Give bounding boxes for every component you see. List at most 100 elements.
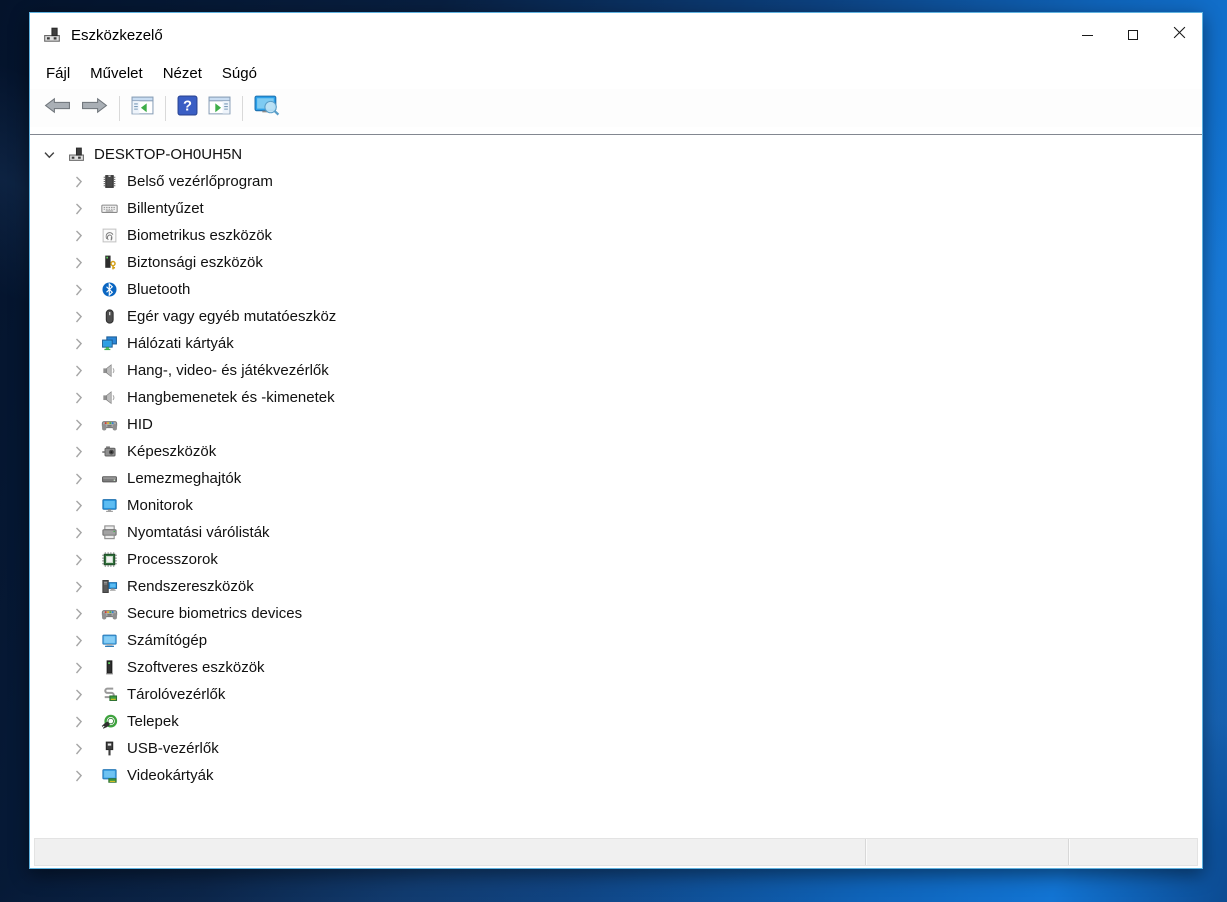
chevron-right-icon[interactable] [73,419,85,431]
chevron-right-icon[interactable] [73,662,85,674]
tree-row[interactable]: Biztonsági eszközök [30,249,1202,276]
menu-file[interactable]: Fájl [36,61,80,86]
device-manager-icon [43,26,61,44]
chevron-right-icon[interactable] [73,743,85,755]
tree-item-label[interactable]: Telepek [127,713,179,730]
tree-row[interactable]: Lemezmeghajtók [30,465,1202,492]
chevron-right-icon[interactable] [73,392,85,404]
chevron-right-icon[interactable] [73,473,85,485]
tree-row[interactable]: Belső vezérlőprogram [30,168,1202,195]
close-button[interactable] [1156,13,1202,57]
tree-item-label[interactable]: Hangbemenetek és -kimenetek [127,389,335,406]
help-button[interactable]: ? [172,91,203,125]
tree-row[interactable]: Biometrikus eszközök [30,222,1202,249]
security-device-icon [100,254,118,272]
tree-row[interactable]: USB-vezérlők [30,735,1202,762]
toolbar-separator [165,95,166,121]
chevron-right-icon[interactable] [73,338,85,350]
tree-item-label[interactable]: Rendszereszközök [127,578,254,595]
tree-item-label[interactable]: Belső vezérlőprogram [127,173,273,190]
tree-row[interactable]: Szoftveres eszközök [30,654,1202,681]
tree-item-label[interactable]: Számítógép [127,632,207,649]
tree-item-label[interactable]: Képeszközök [127,443,216,460]
tree-item-label[interactable]: Videokártyák [127,767,213,784]
menu-help[interactable]: Súgó [212,61,267,86]
menu-view[interactable]: Nézet [153,61,212,86]
maximize-button[interactable] [1110,13,1156,57]
tree-row[interactable]: Telepek [30,708,1202,735]
tree-row[interactable]: Hangbemenetek és -kimenetek [30,384,1202,411]
tree-item-label[interactable]: Nyomtatási várólisták [127,524,270,541]
tree-row[interactable]: HID [30,411,1202,438]
chevron-right-icon[interactable] [73,257,85,269]
chevron-right-icon[interactable] [73,203,85,215]
device-manager-window: Eszközkezelő Fájl Művelet Nézet Súgó ? D… [29,12,1203,869]
tree-row[interactable]: Monitorok [30,492,1202,519]
tree-row[interactable]: Nyomtatási várólisták [30,519,1202,546]
tree-row[interactable]: Tárolóvezérlők [30,681,1202,708]
chevron-right-icon[interactable] [73,500,85,512]
chevron-right-icon[interactable] [73,770,85,782]
tree-row[interactable]: Secure biometrics devices [30,600,1202,627]
tree-item-label[interactable]: Processzorok [127,551,218,568]
minimize-icon [1081,34,1093,36]
chevron-right-icon[interactable] [73,689,85,701]
tree-item-label[interactable]: Egér vagy egyéb mutatóeszköz [127,308,336,325]
tree-row[interactable]: Számítógép [30,627,1202,654]
tree-item-label[interactable]: Szoftveres eszközök [127,659,265,676]
minimize-button[interactable] [1064,13,1110,57]
chevron-right-icon[interactable] [73,554,85,566]
forward-button[interactable] [76,93,113,123]
toolbar-separator [119,95,120,121]
tree-row[interactable]: DESKTOP-OH0UH5N [30,141,1202,168]
tree-row[interactable]: Processzorok [30,546,1202,573]
chevron-right-icon[interactable] [73,284,85,296]
tree-item-label[interactable]: HID [127,416,153,433]
computer-monitor-icon [100,632,118,650]
tree-item-label[interactable]: Biometrikus eszközök [127,227,272,244]
tree-row[interactable]: Egér vagy egyéb mutatóeszköz [30,303,1202,330]
chevron-right-icon[interactable] [73,446,85,458]
chevron-right-icon[interactable] [73,311,85,323]
chevron-right-icon[interactable] [73,635,85,647]
tree-row[interactable]: Hang-, video- és játékvezérlők [30,357,1202,384]
action-pane-toggle-button[interactable] [203,92,236,124]
monitor-icon [100,497,118,515]
disk-drive-icon [100,470,118,488]
tree-row[interactable]: Bluetooth [30,276,1202,303]
chevron-right-icon[interactable] [73,716,85,728]
tree-row[interactable]: Rendszereszközök [30,573,1202,600]
tree-item-label[interactable]: Monitorok [127,497,193,514]
maximize-icon [1128,30,1138,40]
tree-item-label[interactable]: Hang-, video- és játékvezérlők [127,362,329,379]
back-arrow-icon [44,97,71,119]
titlebar[interactable]: Eszközkezelő [30,13,1202,57]
window-title: Eszközkezelő [71,26,163,44]
keyboard-icon [100,200,118,218]
tree-row[interactable]: Hálózati kártyák [30,330,1202,357]
tree-item-label[interactable]: Biztonsági eszközök [127,254,263,271]
tree-row[interactable]: Képeszközök [30,438,1202,465]
chevron-right-icon[interactable] [73,581,85,593]
chevron-right-icon[interactable] [73,230,85,242]
back-button[interactable] [39,93,76,123]
menu-action[interactable]: Művelet [80,61,153,86]
tree-item-label[interactable]: USB-vezérlők [127,740,219,757]
tree-item-label[interactable]: Bluetooth [127,281,190,298]
chevron-right-icon[interactable] [73,527,85,539]
tree-item-label[interactable]: Lemezmeghajtók [127,470,241,487]
chevron-right-icon[interactable] [73,608,85,620]
tree-item-label[interactable]: Tárolóvezérlők [127,686,225,703]
scan-hardware-changes-button[interactable] [249,91,286,125]
tree-item-label[interactable]: Hálózati kártyák [127,335,234,352]
chevron-right-icon[interactable] [73,176,85,188]
console-tree-toggle-button[interactable] [126,92,159,124]
tree-item-label[interactable]: DESKTOP-OH0UH5N [94,146,242,163]
scan-hardware-icon [254,95,281,121]
chevron-right-icon[interactable] [73,365,85,377]
tree-row[interactable]: Billentyűzet [30,195,1202,222]
chevron-down-icon[interactable] [43,150,55,160]
tree-item-label[interactable]: Billentyűzet [127,200,204,217]
tree-item-label[interactable]: Secure biometrics devices [127,605,302,622]
tree-row[interactable]: Videokártyák [30,762,1202,789]
